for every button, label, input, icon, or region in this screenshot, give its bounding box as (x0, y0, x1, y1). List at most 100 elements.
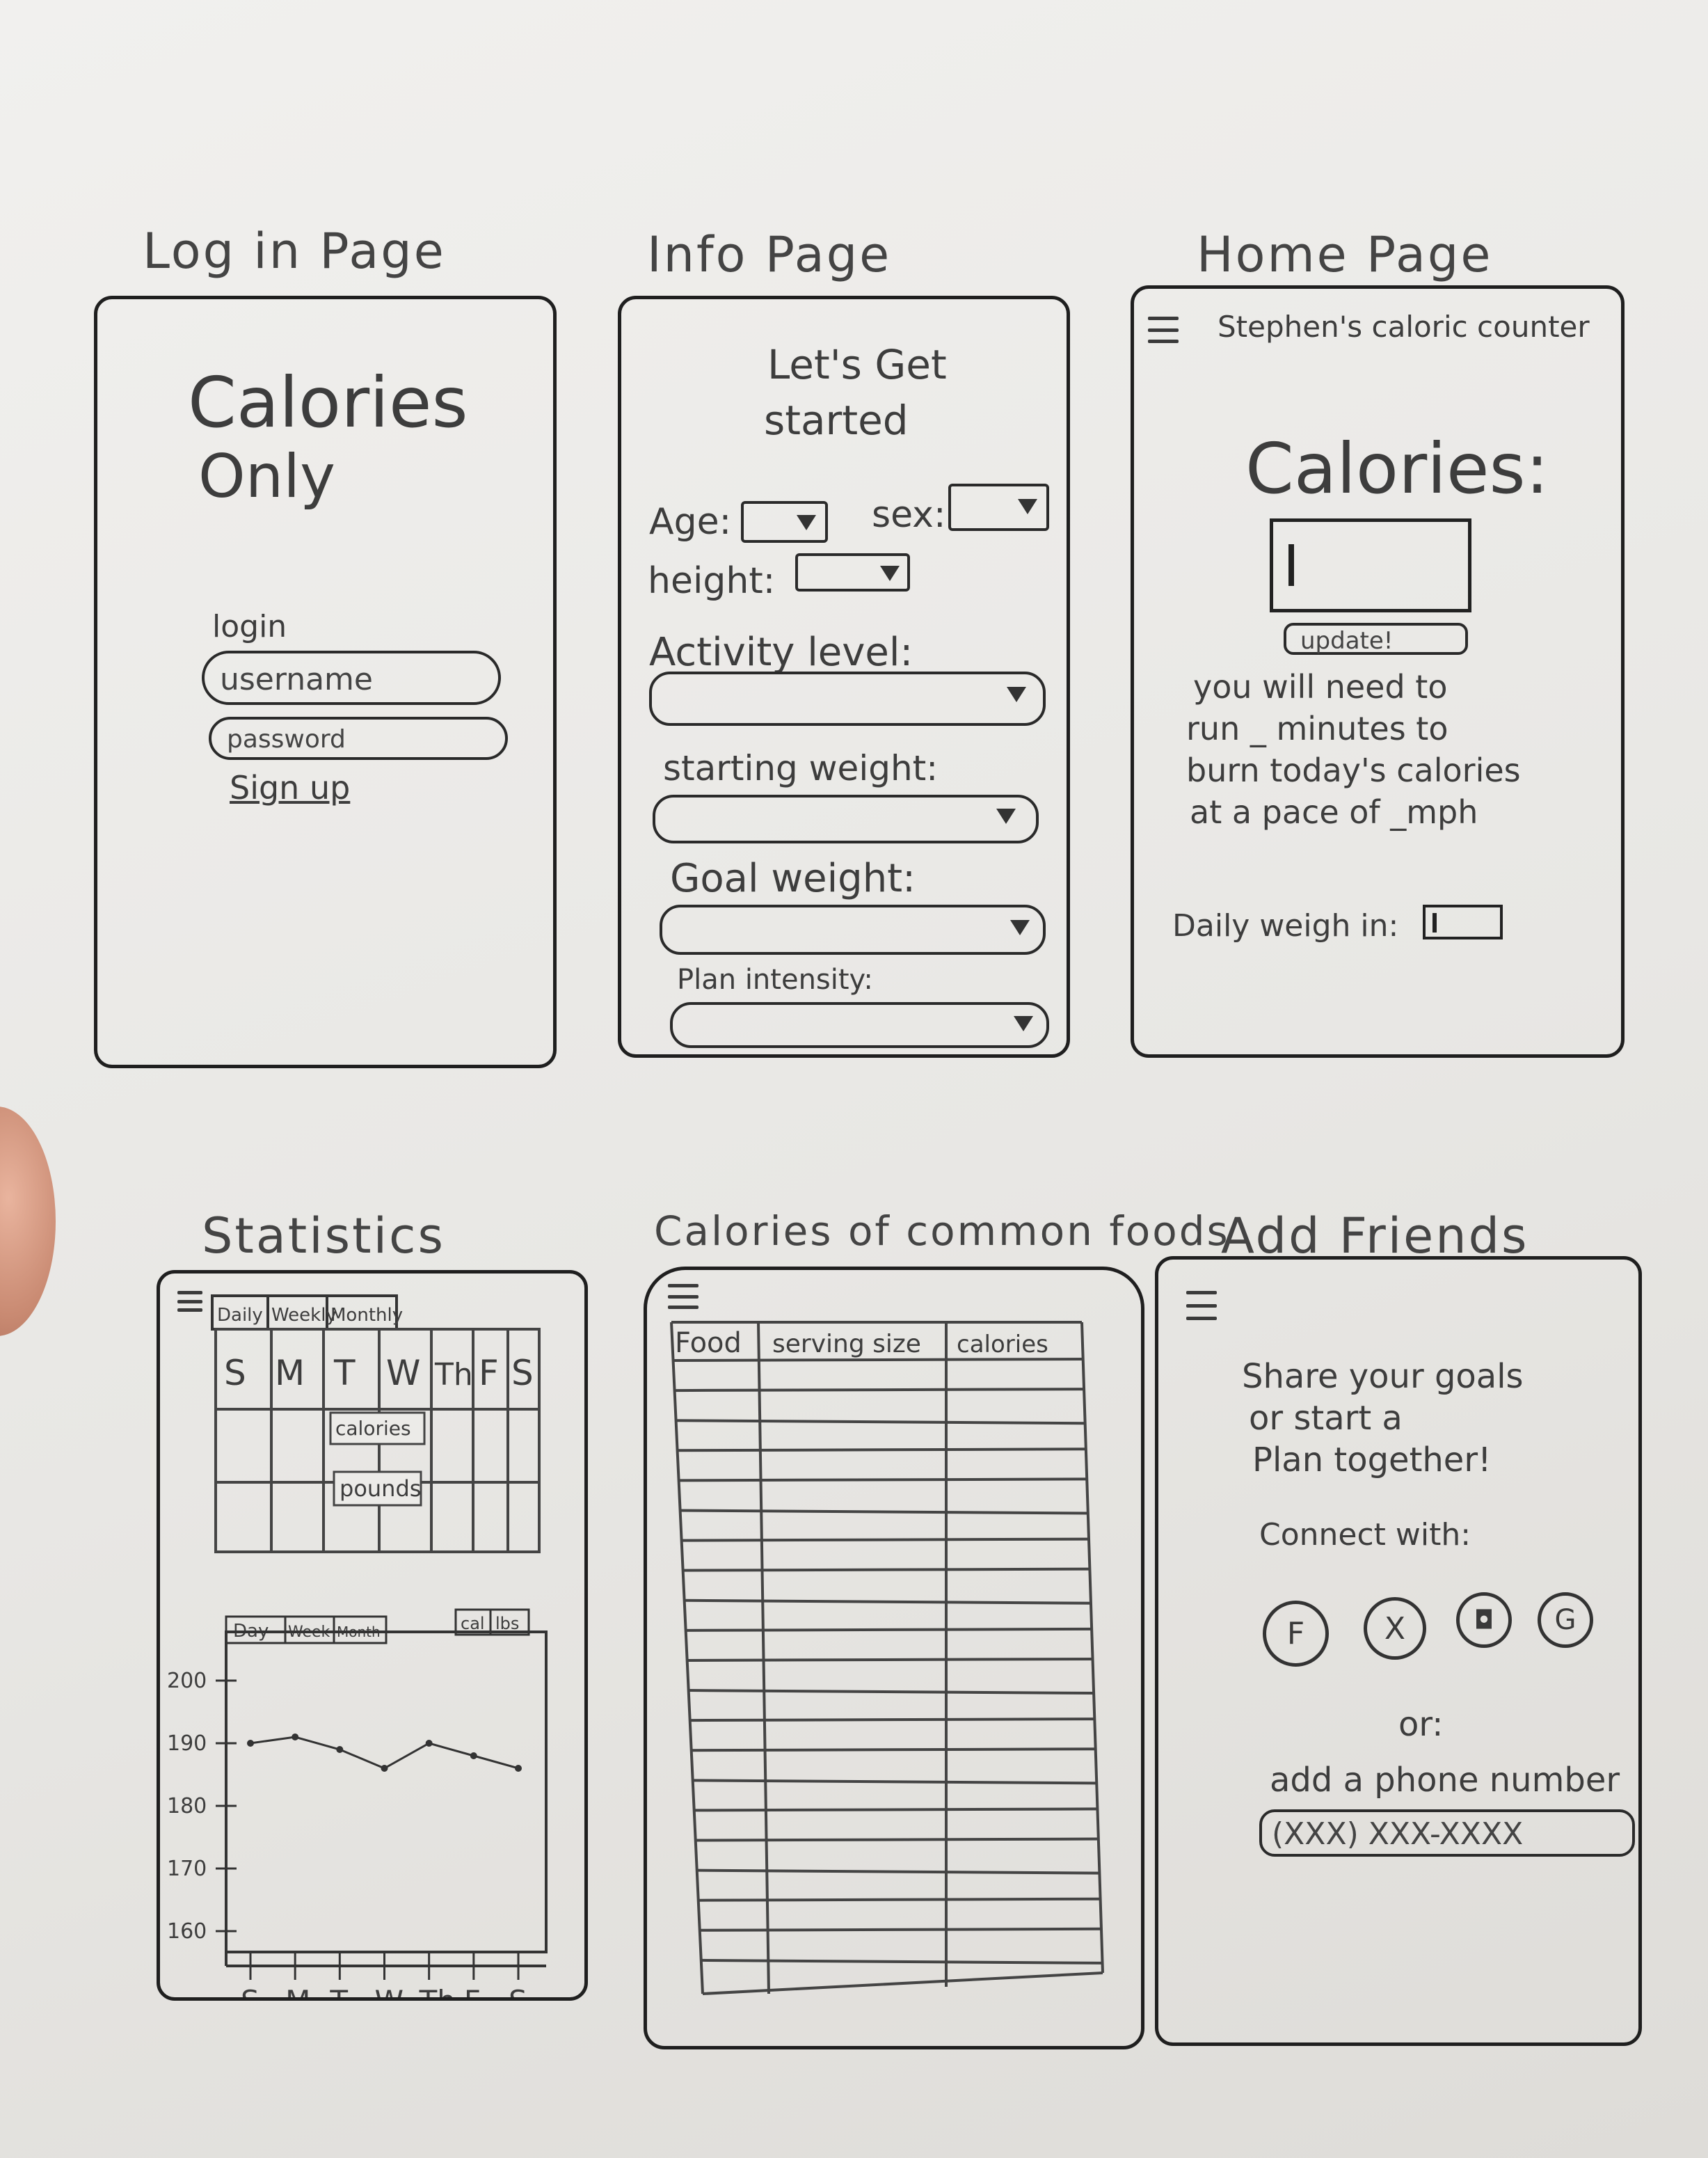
plan-intensity-arrow-icon (1014, 1016, 1033, 1031)
table-row-line (684, 1598, 1091, 1605)
friends-screen: Share your goals or start a Plan togethe… (1155, 1256, 1642, 2046)
weight-data-point (381, 1765, 388, 1772)
table-row-line (699, 1927, 1101, 1932)
day-sat: S (511, 1353, 534, 1393)
friends-message-line3: Plan together! (1252, 1441, 1492, 1479)
table-row-line (677, 1447, 1086, 1452)
table-border-left (670, 1322, 704, 1994)
table-row-line (678, 1477, 1087, 1482)
login-page-title: Log in Page (143, 223, 446, 280)
cell-pounds-label: pounds (340, 1475, 421, 1502)
weight-data-point (470, 1752, 477, 1759)
login-label: login (212, 609, 287, 644)
day-thu: Th (434, 1357, 473, 1393)
weight-data-point (336, 1746, 344, 1753)
home-header: Stephen's caloric counter (1218, 310, 1590, 344)
google-icon[interactable]: G (1538, 1592, 1593, 1648)
y-tick-label: 190 (167, 1731, 207, 1756)
starting-weight-dropdown[interactable] (653, 795, 1039, 843)
table-row-line (695, 1837, 1099, 1842)
table-row-line (694, 1807, 1097, 1812)
run-message-line2: run _ minutes to (1186, 710, 1448, 747)
foods-page-title: Calories of common foods (654, 1207, 1230, 1255)
or-label: or: (1398, 1705, 1444, 1744)
weight-data-point (515, 1765, 522, 1772)
table-row-line (696, 1869, 1099, 1875)
foods-table-svg: Food serving size calories (670, 1321, 1104, 1995)
phone-placeholder: (XXX) XXX-XXXX (1272, 1816, 1524, 1852)
username-placeholder: username (220, 662, 373, 697)
foods-screen: Food serving size calories (644, 1267, 1144, 2049)
column-calories: calories (957, 1331, 1048, 1358)
x-glyph: X (1384, 1610, 1406, 1647)
info-page-title: Info Page (647, 226, 892, 283)
x-tick-label: W (375, 1984, 404, 1997)
tab-weekly-label: Weekly (271, 1305, 337, 1326)
menu-icon[interactable] (1186, 1291, 1217, 1320)
x-tick-label: Th (419, 1984, 456, 1997)
username-input[interactable]: username (202, 651, 501, 705)
height-dropdown[interactable] (795, 553, 910, 592)
weight-data-point (247, 1740, 254, 1747)
starting-weight-label: starting weight: (663, 748, 939, 788)
update-button[interactable]: update! (1284, 623, 1468, 655)
weight-data-point (425, 1740, 433, 1747)
day-sun: S (224, 1353, 246, 1393)
x-twitter-icon[interactable]: X (1364, 1597, 1426, 1660)
table-row-line (681, 1537, 1089, 1542)
sex-dropdown-arrow-icon (1018, 499, 1037, 514)
starting-weight-arrow-icon (996, 809, 1016, 824)
x-tick-label: S (509, 1984, 527, 1997)
cell-calories-label: calories (335, 1417, 411, 1440)
age-dropdown[interactable] (741, 501, 828, 543)
info-screen: Let's Get started Age: sex: height: Acti… (618, 296, 1070, 1058)
table-row-line (676, 1419, 1085, 1425)
weight-series-line (250, 1736, 519, 1770)
activity-level-label: Activity level: (649, 630, 913, 675)
x-tick-label: T (329, 1984, 348, 1997)
run-message-line1: you will need to (1193, 668, 1448, 706)
statistics-page-title: Statistics (202, 1207, 445, 1264)
phone-input[interactable]: (XXX) XXX-XXXX (1259, 1809, 1635, 1857)
update-button-label: update! (1300, 627, 1394, 655)
table-row-line (680, 1509, 1088, 1515)
chart-frame (225, 1631, 548, 1953)
activity-dropdown-arrow-icon (1007, 687, 1026, 702)
weight-data-point (292, 1733, 299, 1740)
calories-label: Calories: (1245, 428, 1549, 509)
goal-weight-dropdown[interactable] (660, 905, 1046, 955)
goal-weight-arrow-icon (1010, 920, 1030, 935)
day-mon: M (275, 1353, 305, 1393)
statistics-screen: Daily Weekly Monthly S M T W Th F S calo… (157, 1270, 588, 2001)
app-name-line1: Calories (188, 362, 468, 443)
table-row-line (674, 1388, 1085, 1393)
weight-chart: 200 190 180 170 160 S M T W Th F S (167, 1653, 546, 1997)
info-heading-line1: Let's Get (767, 341, 947, 388)
facebook-icon[interactable]: F (1263, 1601, 1329, 1667)
menu-icon[interactable] (1148, 317, 1179, 343)
table-row-line (698, 1897, 1100, 1902)
text-cursor (1288, 544, 1294, 586)
day-tue: T (333, 1353, 356, 1393)
table-row-line (685, 1627, 1092, 1632)
column-serving-size: serving size (772, 1330, 921, 1358)
home-page-title: Home Page (1197, 226, 1493, 283)
google-glyph: G (1554, 1604, 1577, 1636)
password-input[interactable]: password (209, 717, 508, 760)
plan-intensity-dropdown[interactable] (670, 1002, 1049, 1048)
calendar-tabs: Daily Weekly Monthly (211, 1294, 403, 1331)
weigh-in-cursor (1432, 913, 1437, 933)
statistics-svg: Daily Weekly Monthly S M T W Th F S calo… (167, 1294, 548, 1997)
signup-link[interactable]: Sign up (230, 769, 350, 807)
table-border-bottom (702, 1971, 1103, 1995)
activity-level-dropdown[interactable] (649, 672, 1046, 726)
info-heading-line2: started (764, 397, 909, 444)
unit-toggle-cal-label: cal (461, 1614, 485, 1633)
friends-message-line1: Share your goals (1242, 1357, 1524, 1396)
sex-dropdown[interactable] (948, 484, 1049, 531)
daily-weigh-in-input[interactable] (1423, 905, 1503, 939)
calories-input[interactable] (1270, 518, 1471, 612)
instagram-icon[interactable]: ◘ (1456, 1592, 1512, 1648)
column-food: Food (675, 1327, 742, 1359)
table-row-line (688, 1689, 1094, 1695)
